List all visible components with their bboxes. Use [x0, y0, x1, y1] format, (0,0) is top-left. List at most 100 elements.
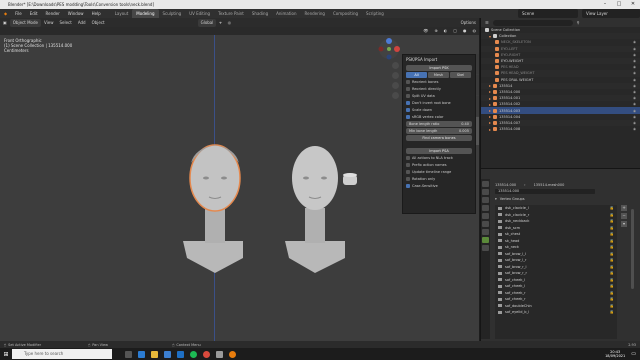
scene-models[interactable] [175, 123, 375, 283]
lock-icon[interactable]: 🔓 [610, 291, 614, 295]
tab-modeling[interactable]: Modeling [132, 9, 159, 18]
eye-icon[interactable]: ◉ [633, 115, 636, 119]
split-uv-checkbox[interactable]: Split UV data [406, 93, 472, 99]
navigation-gizmo[interactable] [378, 38, 400, 60]
reorient-bones-checkbox[interactable]: Reorient bones [406, 79, 472, 85]
prefix-action-names-checkbox[interactable]: Prefix action names [406, 162, 472, 168]
menu-window[interactable]: Window [64, 9, 88, 18]
lock-icon[interactable]: 🔓 [610, 206, 614, 210]
lock-icon[interactable]: 🔓 [610, 304, 614, 308]
update-timeline-checkbox[interactable]: Update timeline range [406, 169, 472, 175]
store-icon[interactable] [164, 350, 171, 358]
tool-tab-icon[interactable] [482, 181, 489, 187]
material-tab-icon[interactable] [482, 245, 489, 251]
maximize-button[interactable]: □ [612, 0, 626, 9]
vertex-group-list[interactable]: dsk_clavicle_l 🔓 dsk_clavicle_r 🔓 dsk_neck… [495, 205, 617, 339]
windows-start-icon[interactable]: ⊞ [0, 351, 12, 358]
import-psa-button[interactable]: Import PSA [406, 148, 472, 154]
rotation-only-checkbox[interactable]: Rotation only [406, 176, 472, 182]
lock-icon[interactable]: 🔓 [610, 284, 614, 288]
reorient-directly-checkbox[interactable]: Reorient directly [406, 86, 472, 92]
tab-shading[interactable]: Shading [248, 9, 272, 18]
tab-animation[interactable]: Animation [272, 9, 300, 18]
eye-icon[interactable]: ◉ [633, 78, 636, 82]
actions-to-nla-checkbox[interactable]: All actions to NLA track [406, 155, 472, 161]
panel-expand-icon[interactable]: ▾ [495, 197, 497, 201]
tab-sculpting[interactable]: Sculpting [159, 9, 186, 18]
modifier-tab-icon[interactable] [482, 229, 489, 235]
lock-icon[interactable]: 🔓 [610, 258, 614, 262]
eye-icon[interactable]: ◉ [633, 71, 636, 75]
import-psk-button[interactable]: Import PSK [406, 65, 472, 71]
render-tab-icon[interactable] [482, 189, 489, 195]
list-item[interactable]: sof_eyelid_b_l 🔓 [495, 309, 617, 316]
world-tab-icon[interactable] [482, 213, 489, 219]
shading-solid-icon[interactable]: ● [460, 27, 470, 35]
camera-icon[interactable] [392, 82, 399, 89]
tab-compositing[interactable]: Compositing [329, 9, 362, 18]
eye-icon[interactable]: ◉ [633, 90, 636, 94]
vertex-groups-header[interactable]: ▾ Vertex Groups [481, 195, 640, 202]
sidebar-tab-active[interactable] [476, 117, 479, 145]
snap-icon[interactable]: ⌖ [216, 19, 224, 27]
outliner-editor-icon[interactable]: ☰ [485, 20, 489, 25]
eye-icon[interactable]: ◉ [633, 65, 636, 69]
outliner-row[interactable]: ▸ 135514.008 ◉ [481, 126, 640, 132]
find-camera-bones-button[interactable]: Find camera bones [406, 135, 472, 141]
lock-icon[interactable]: 🔓 [610, 271, 614, 275]
mode-skel[interactable]: Skel [450, 72, 471, 78]
scrollbar[interactable] [631, 209, 634, 289]
select-menu[interactable]: Select [56, 19, 74, 27]
specials-dropdown[interactable]: ▾ [621, 221, 627, 227]
notification-icon[interactable]: ▭ [631, 351, 636, 357]
remove-group-button[interactable]: − [621, 213, 627, 219]
srgb-vertex-color-checkbox[interactable]: sRGB vertex color [406, 114, 472, 120]
eye-icon[interactable]: ◉ [633, 127, 636, 131]
tab-layout[interactable]: Layout [111, 9, 133, 18]
menu-edit[interactable]: Edit [26, 9, 42, 18]
pan-hand-icon[interactable] [392, 72, 399, 79]
taskbar-search-field[interactable]: Type here to search [12, 349, 112, 359]
tab-uv-editing[interactable]: UV Editing [185, 9, 214, 18]
mode-all[interactable]: All [406, 72, 427, 78]
lock-icon[interactable]: 🔓 [610, 219, 614, 223]
lock-icon[interactable]: 🔓 [610, 252, 614, 256]
min-bone-length-field[interactable]: Min bone length 0.005 [406, 128, 472, 134]
sidebar-tab[interactable] [476, 75, 479, 95]
chrome-icon[interactable] [203, 350, 210, 358]
view-layer-selector[interactable]: View Layer [582, 9, 640, 18]
tab-rendering[interactable]: Rendering [301, 9, 329, 18]
tab-scripting[interactable]: Scripting [362, 9, 388, 18]
object-tab-icon[interactable] [482, 221, 489, 227]
options-dropdown[interactable]: Options [458, 19, 479, 27]
3d-viewport[interactable]: ▣ Object Mode View Select Add Object Glo… [0, 18, 479, 341]
lock-icon[interactable]: 🔓 [610, 278, 614, 282]
spotify-icon[interactable] [190, 350, 197, 358]
scene-tab-icon[interactable] [482, 205, 489, 211]
sidebar-tab[interactable] [476, 96, 479, 116]
eye-icon[interactable]: ◉ [633, 96, 636, 100]
task-view-icon[interactable] [125, 350, 132, 358]
minimize-button[interactable]: – [598, 0, 612, 9]
add-group-button[interactable]: + [621, 205, 627, 211]
add-menu[interactable]: Add [75, 19, 89, 27]
eye-icon[interactable]: ◉ [633, 84, 636, 88]
case-sensitive-checkbox[interactable]: Case-Sensitive [406, 183, 472, 189]
dont-invert-root-checkbox[interactable]: Don't invert root bone [406, 100, 472, 106]
eye-icon[interactable]: ◉ [633, 47, 636, 51]
xray-icon[interactable]: ▢ [450, 27, 460, 35]
lock-icon[interactable]: 🔓 [610, 310, 614, 314]
eye-icon[interactable]: ◉ [633, 53, 636, 57]
blender-logo-icon[interactable]: ◆ [0, 9, 11, 18]
filter-icon[interactable]: ⚲ [577, 20, 580, 25]
orientation-dropdown[interactable]: Global [197, 18, 217, 27]
shading-material-icon[interactable]: ◍ [470, 27, 480, 35]
menu-help[interactable]: Help [88, 9, 105, 18]
edge-icon[interactable] [138, 350, 145, 358]
proportional-edit-icon[interactable]: ◎ [225, 19, 235, 27]
outliner-search-field[interactable] [492, 19, 573, 26]
eye-icon[interactable]: ◉ [633, 109, 636, 113]
tab-texture-paint[interactable]: Texture Paint [214, 9, 248, 18]
file-explorer-icon[interactable] [151, 350, 158, 358]
view-menu[interactable]: View [41, 19, 57, 27]
